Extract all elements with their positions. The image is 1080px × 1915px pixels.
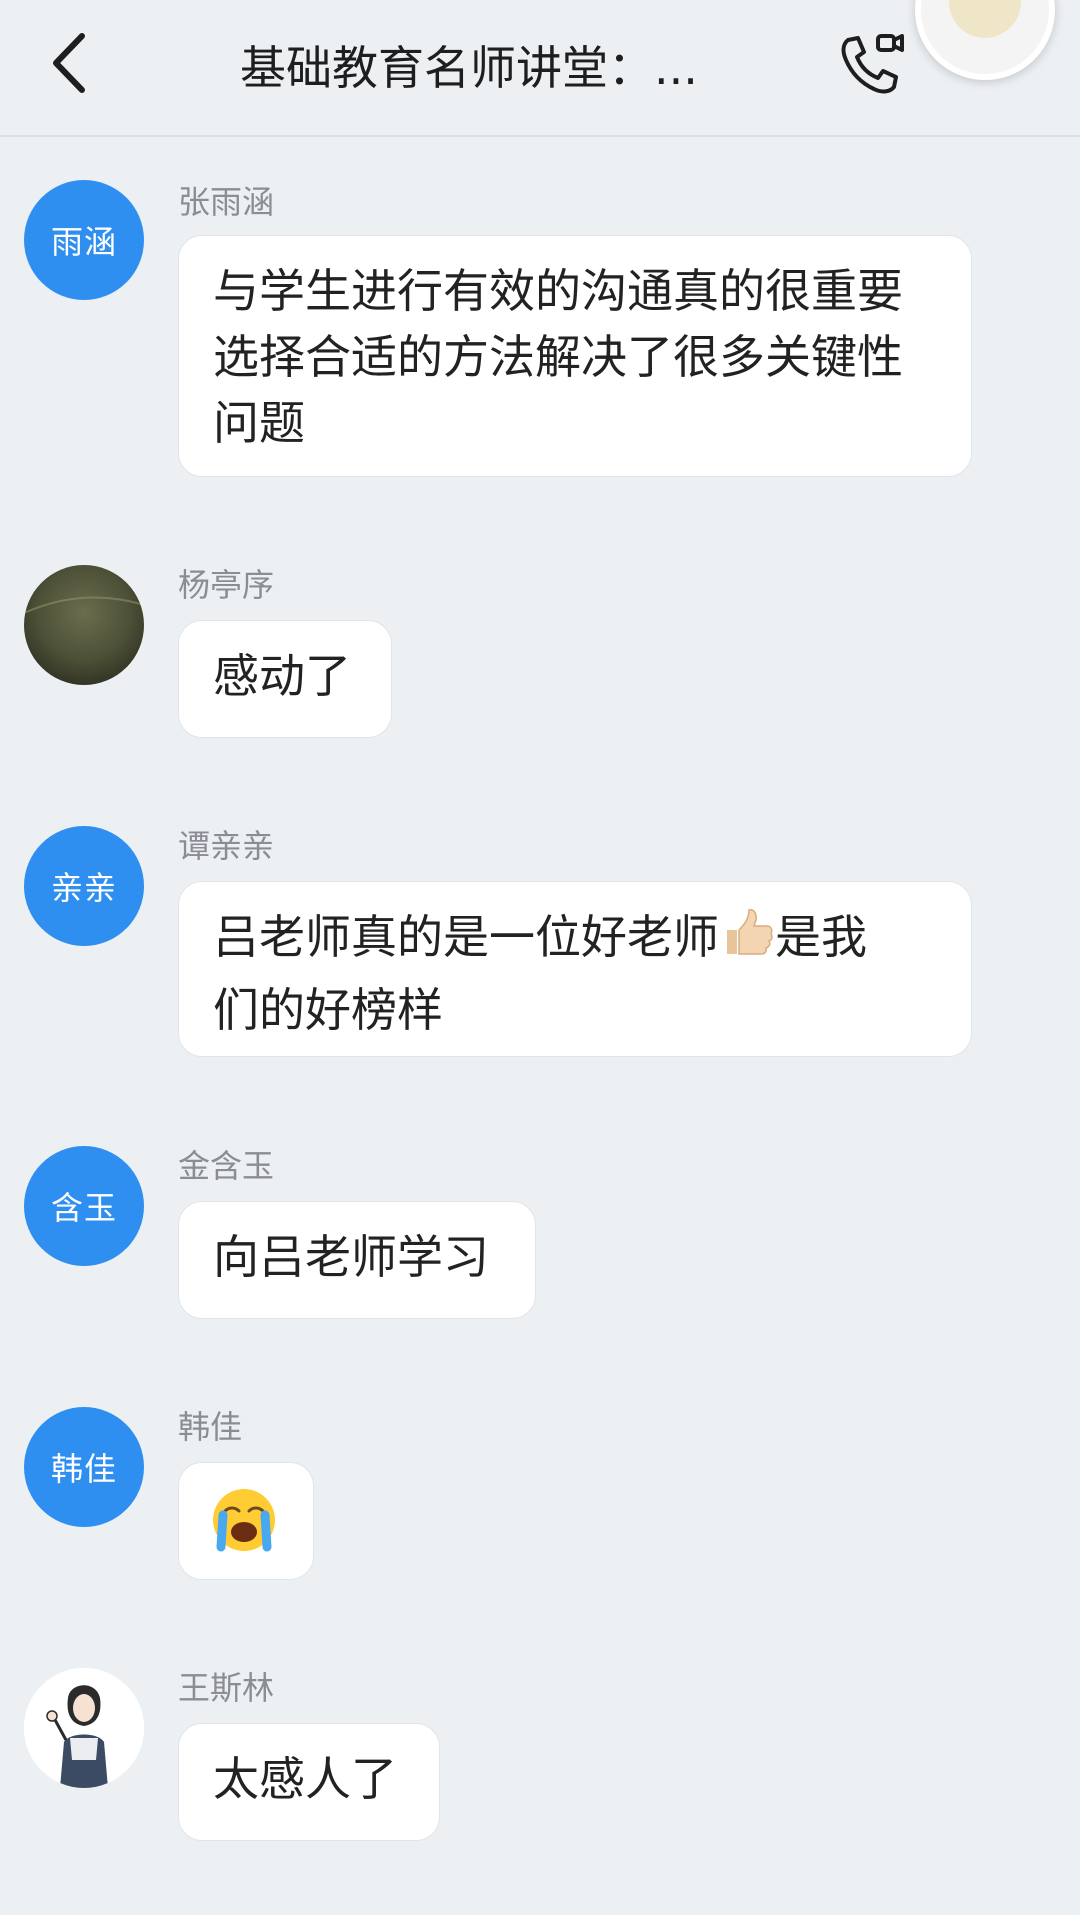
message-line: 与学生进行有效的沟通真的很重要 <box>213 264 903 318</box>
message-bubble[interactable]: 感动了 <box>178 620 392 738</box>
message-bubble[interactable]: 向吕老师学习 <box>178 1201 536 1319</box>
message-line: 问题 <box>213 396 305 450</box>
phone-video-icon <box>841 34 904 94</box>
sender-name: 王斯林 <box>178 1669 275 1707</box>
chevron-left-icon <box>53 33 85 93</box>
chat-title: 基础教育名师讲堂：... <box>240 41 698 95</box>
sender-name: 杨亭序 <box>178 566 275 604</box>
message-line: 选择合适的方法解决了很多关键性 <box>213 330 903 384</box>
avatar[interactable]: 韩佳 <box>24 1407 144 1527</box>
thumbs-up-icon <box>719 904 775 977</box>
call-button[interactable] <box>830 26 910 106</box>
back-button[interactable] <box>38 28 108 98</box>
message-bubble[interactable]: 吕老师真的是一位好老师 是我 们的好榜样 <box>178 881 972 1057</box>
message-line: 吕老师真的是一位好老师 是我 <box>213 904 937 977</box>
avatar[interactable] <box>24 565 144 685</box>
sender-name: 张雨涵 <box>178 183 275 221</box>
message-line: 们的好榜样 <box>213 983 443 1037</box>
sender-name: 谭亲亲 <box>178 827 275 865</box>
sender-name: 金含玉 <box>178 1147 275 1185</box>
avatar[interactable]: 雨涵 <box>24 180 144 300</box>
message-bubble[interactable]: 太感人了 <box>178 1723 440 1841</box>
message-line: 向吕老师学习 <box>213 1230 489 1284</box>
sender-name: 韩佳 <box>178 1408 243 1446</box>
chat-screen: 基础教育名师讲堂：... 雨涵 张雨涵 与学生进行有效的沟通真的很重要 选择合适… <box>0 0 1080 1915</box>
message-line: 太感人了 <box>213 1752 397 1806</box>
avatar[interactable] <box>24 1668 144 1788</box>
avatar-photo <box>24 565 144 685</box>
avatar-illustration <box>24 1668 144 1788</box>
floating-window-icon <box>949 0 1021 38</box>
message-line: 感动了 <box>213 649 351 703</box>
loudly-crying-face-icon <box>209 1485 279 1572</box>
avatar[interactable]: 亲亲 <box>24 826 144 946</box>
message-bubble[interactable]: 与学生进行有效的沟通真的很重要 选择合适的方法解决了很多关键性 问题 <box>178 235 972 477</box>
avatar[interactable]: 含玉 <box>24 1146 144 1266</box>
message-bubble[interactable] <box>178 1462 314 1580</box>
